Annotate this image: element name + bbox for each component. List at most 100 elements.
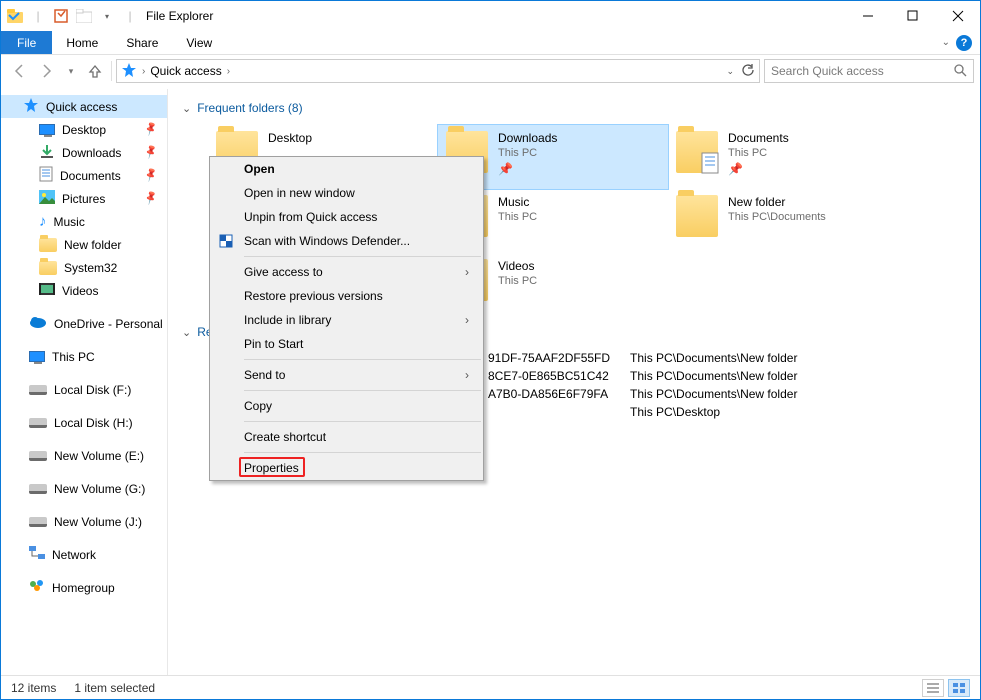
section-frequent[interactable]: ⌄ Frequent folders (8) xyxy=(182,101,970,115)
ctx-unpin[interactable]: Unpin from Quick access xyxy=(210,205,483,229)
sidebar-item-label: System32 xyxy=(64,261,117,275)
properties-icon[interactable] xyxy=(50,5,72,27)
folder-sub: This PC xyxy=(728,147,789,159)
sidebar-item-label: New Volume (E:) xyxy=(54,449,144,463)
ctx-include-library[interactable]: Include in library› xyxy=(210,308,483,332)
qat-dropdown-icon[interactable]: ▾ xyxy=(96,5,118,27)
maximize-button[interactable] xyxy=(890,1,935,31)
sidebar-item-system32[interactable]: System32 xyxy=(1,256,167,279)
recent-location: This PC\Documents\New folder xyxy=(630,385,817,403)
address-bar[interactable]: › Quick access › ⌄ xyxy=(116,59,760,83)
folder-name: Documents xyxy=(728,131,789,145)
collapse-icon[interactable]: ⌄ xyxy=(182,326,191,339)
disk-icon xyxy=(29,517,47,527)
music-icon: ♪ xyxy=(39,213,47,230)
sidebar-item-pictures[interactable]: Pictures📌 xyxy=(1,187,167,210)
ctx-restore[interactable]: Restore previous versions xyxy=(210,284,483,308)
qat-sep: | xyxy=(27,5,49,27)
sidebar-network[interactable]: Network xyxy=(1,543,167,566)
recent-row[interactable]: A7B0-DA856E6F79FAThis PC\Documents\New f… xyxy=(488,385,817,403)
sidebar-item-label: New Volume (G:) xyxy=(54,482,145,496)
pc-icon xyxy=(29,351,45,362)
recent-row[interactable]: 8CE7-0E865BC51C42This PC\Documents\New f… xyxy=(488,367,817,385)
sidebar-quick-access-label: Quick access xyxy=(46,100,117,114)
quick-access-toolbar: | ▾ | xyxy=(1,5,144,27)
ctx-defender[interactable]: Scan with Windows Defender... xyxy=(210,229,483,253)
tab-share[interactable]: Share xyxy=(112,31,172,54)
tab-home[interactable]: Home xyxy=(52,31,112,54)
new-folder-icon[interactable] xyxy=(73,5,95,27)
recent-name-tail: A7B0-DA856E6F79FA xyxy=(488,385,630,403)
folder-name: Desktop xyxy=(268,131,312,145)
ctx-copy[interactable]: Copy xyxy=(210,394,483,418)
folder-sub: This PC\Documents xyxy=(728,211,826,223)
sidebar-item-new-folder[interactable]: New folder xyxy=(1,233,167,256)
search-input[interactable]: Search Quick access xyxy=(764,59,974,83)
collapse-icon[interactable]: ⌄ xyxy=(182,102,191,115)
crumb-sep2-icon[interactable]: › xyxy=(227,66,230,77)
sidebar-item-label: New folder xyxy=(64,238,121,252)
search-placeholder: Search Quick access xyxy=(771,64,884,78)
ctx-separator xyxy=(244,390,481,391)
folder-sub: This PC xyxy=(498,275,537,287)
folder-name: Music xyxy=(498,195,537,209)
sidebar-item-desktop[interactable]: Desktop📌 xyxy=(1,118,167,141)
pin-icon: 📌 xyxy=(143,168,159,184)
qat-sep2: | xyxy=(119,5,141,27)
ctx-separator xyxy=(244,359,481,360)
crumb-sep-icon[interactable]: › xyxy=(142,66,145,77)
sidebar-item-music[interactable]: ♪Music xyxy=(1,210,167,233)
folder-item-documents[interactable]: DocumentsThis PC📌 xyxy=(668,125,898,189)
tab-view[interactable]: View xyxy=(172,31,226,54)
ctx-open[interactable]: Open xyxy=(210,157,483,181)
up-button[interactable] xyxy=(83,59,107,83)
sidebar-drive-f[interactable]: Local Disk (F:) xyxy=(1,378,167,401)
large-icons-view-button[interactable] xyxy=(948,679,970,697)
sidebar-item-documents[interactable]: Documents 📌 xyxy=(1,164,167,187)
sidebar-item-videos[interactable]: Videos xyxy=(1,279,167,302)
recent-row[interactable]: This PC\Desktop xyxy=(488,403,817,421)
ribbon: File Home Share View ⌄ ? xyxy=(1,31,980,55)
refresh-icon[interactable] xyxy=(741,63,755,80)
back-button[interactable] xyxy=(7,59,31,83)
sidebar-homegroup[interactable]: Homegroup xyxy=(1,576,167,599)
recent-locations-button[interactable]: ▾ xyxy=(63,59,79,83)
breadcrumb-quick-access[interactable]: Quick access xyxy=(150,64,221,78)
address-dropdown-icon[interactable]: ⌄ xyxy=(726,66,734,77)
file-tab[interactable]: File xyxy=(1,31,52,54)
help-icon[interactable]: ? xyxy=(956,35,972,51)
sidebar-this-pc[interactable]: This PC xyxy=(1,345,167,368)
sidebar-item-downloads[interactable]: Downloads📌 xyxy=(1,141,167,164)
ctx-give-access[interactable]: Give access to› xyxy=(210,260,483,284)
ctx-properties[interactable]: Properties xyxy=(210,456,483,480)
folder-sub: This PC xyxy=(498,211,537,223)
sidebar-item-label: Documents xyxy=(60,169,121,183)
ctx-pin-start[interactable]: Pin to Start xyxy=(210,332,483,356)
minimize-button[interactable] xyxy=(845,1,890,31)
ctx-send-to[interactable]: Send to› xyxy=(210,363,483,387)
sidebar-item-label: Pictures xyxy=(62,192,105,206)
video-icon xyxy=(39,283,55,298)
details-view-button[interactable] xyxy=(922,679,944,697)
ribbon-expand-icon[interactable]: ⌄ xyxy=(942,37,950,48)
folder-item-newfolder[interactable]: New folderThis PC\Documents xyxy=(668,189,898,253)
sidebar-quick-access[interactable]: Quick access xyxy=(1,95,167,118)
forward-button[interactable] xyxy=(35,59,59,83)
ctx-create-shortcut[interactable]: Create shortcut xyxy=(210,425,483,449)
sidebar-drive-h[interactable]: Local Disk (H:) xyxy=(1,411,167,434)
folder-icon xyxy=(676,195,718,237)
sidebar-onedrive[interactable]: OneDrive - Personal xyxy=(1,312,167,335)
ctx-open-new-window[interactable]: Open in new window xyxy=(210,181,483,205)
star-icon xyxy=(23,97,39,116)
folder-sub: This PC xyxy=(498,147,557,159)
submenu-arrow-icon: › xyxy=(465,265,469,279)
sidebar-drive-j[interactable]: New Volume (J:) xyxy=(1,510,167,533)
sidebar-drive-g[interactable]: New Volume (G:) xyxy=(1,477,167,500)
quick-access-star-icon xyxy=(121,62,137,81)
download-icon xyxy=(39,143,55,162)
section-title: Frequent folders (8) xyxy=(197,101,302,115)
sidebar-drive-e[interactable]: New Volume (E:) xyxy=(1,444,167,467)
recent-row[interactable]: 91DF-75AAF2DF55FDThis PC\Documents\New f… xyxy=(488,349,817,367)
close-button[interactable] xyxy=(935,1,980,31)
folder-icon xyxy=(39,261,57,275)
